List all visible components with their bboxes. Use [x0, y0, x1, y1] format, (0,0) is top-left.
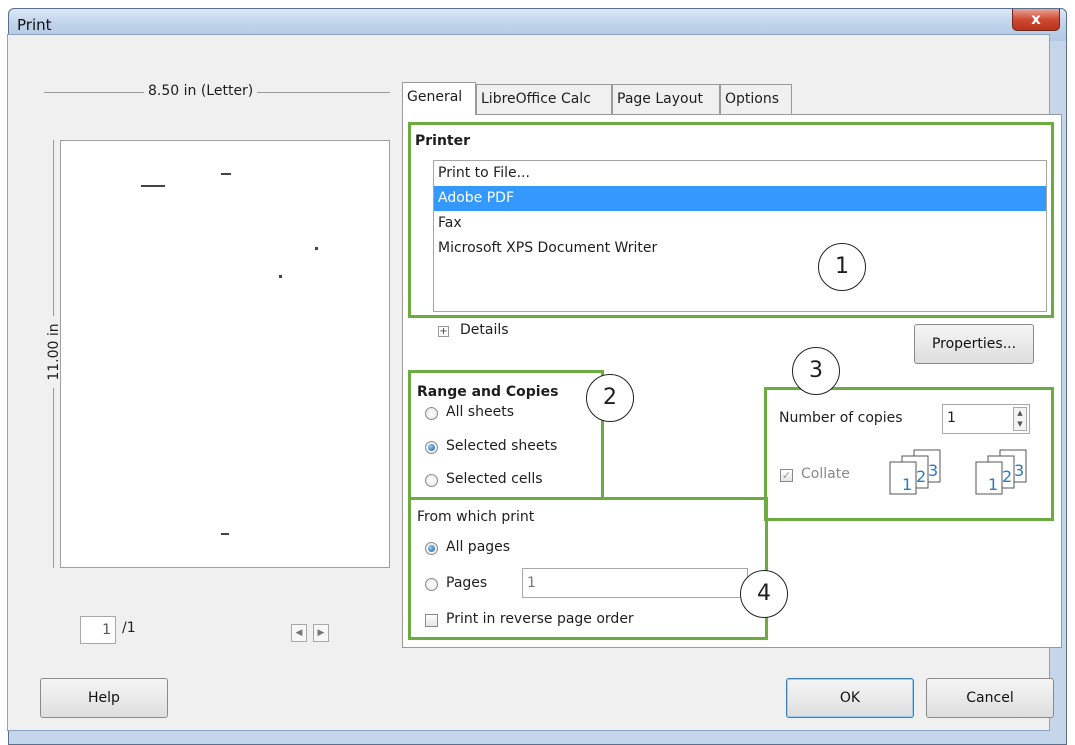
radio-label: All sheets — [446, 404, 514, 420]
svg-text:3: 3 — [1014, 461, 1024, 480]
current-page-input[interactable]: 1 — [80, 616, 116, 644]
radio-button[interactable] — [425, 578, 438, 591]
preview-text-mark — [279, 275, 282, 278]
preview-width-ruler: 8.50 in (Letter) — [44, 82, 390, 102]
page-preview — [60, 140, 390, 568]
printer-item[interactable]: Print to File... — [434, 161, 1046, 186]
collate-pages-icon: 3 2 1 — [889, 449, 941, 495]
close-button[interactable]: x — [1012, 9, 1060, 31]
printer-group-title: Printer — [415, 133, 471, 149]
range-group-title: Range and Copies — [417, 384, 559, 400]
total-pages-label: /1 — [122, 620, 136, 636]
window-title: Print — [17, 16, 52, 34]
details-label[interactable]: Details — [460, 322, 509, 338]
help-button[interactable]: Help — [40, 678, 168, 718]
tab-options[interactable]: Options — [720, 84, 792, 114]
callout-marker: 4 — [740, 570, 788, 618]
ok-button[interactable]: OK — [786, 678, 914, 718]
chevron-left-icon: ◀ — [295, 628, 303, 638]
callout-marker: 3 — [792, 347, 840, 395]
svg-text:2: 2 — [916, 467, 926, 486]
pages-input[interactable]: 1 — [522, 568, 748, 598]
chevron-right-icon: ▶ — [317, 628, 325, 638]
svg-text:1: 1 — [902, 475, 912, 494]
radio-button[interactable] — [425, 542, 438, 555]
callout-marker: 1 — [818, 243, 866, 291]
copies-spinner[interactable]: 1 ▲ ▼ — [942, 404, 1030, 434]
reverse-order-checkbox[interactable] — [425, 614, 438, 627]
printer-item[interactable]: Microsoft XPS Document Writer — [434, 236, 1046, 261]
preview-text-mark — [221, 173, 231, 175]
preview-text-mark — [315, 247, 318, 250]
radio-button[interactable] — [425, 407, 438, 420]
printer-item-selected[interactable]: Adobe PDF — [434, 186, 1046, 211]
next-page-button[interactable]: ▶ — [313, 624, 329, 642]
printer-item[interactable]: Fax — [434, 211, 1046, 236]
svg-text:2: 2 — [1002, 467, 1012, 486]
radio-label: Selected sheets — [446, 438, 558, 454]
radio-label: Selected cells — [446, 471, 543, 487]
collate-label: Collate — [801, 466, 850, 482]
cancel-button[interactable]: Cancel — [926, 678, 1054, 718]
tab-page-layout[interactable]: Page Layout — [612, 84, 720, 114]
prev-page-button[interactable]: ◀ — [291, 624, 307, 642]
copies-value[interactable]: 1 — [947, 410, 956, 426]
printer-list[interactable]: Print to File... Adobe PDF Fax Microsoft… — [433, 160, 1047, 312]
callout-marker: 2 — [586, 374, 634, 422]
spin-arrows-icon[interactable]: ▲ ▼ — [1013, 407, 1027, 431]
radio-button[interactable] — [425, 441, 438, 454]
properties-button[interactable]: Properties... — [914, 324, 1034, 364]
radio-button[interactable] — [425, 474, 438, 487]
preview-width-label: 8.50 in (Letter) — [144, 83, 258, 99]
svg-text:1: 1 — [988, 475, 998, 494]
tab-general[interactable]: General — [402, 82, 476, 115]
plus-expand-icon[interactable]: + — [438, 326, 449, 337]
radio-label: All pages — [446, 539, 511, 555]
preview-text-mark — [221, 533, 229, 535]
svg-text:3: 3 — [928, 461, 938, 480]
copies-label: Number of copies — [779, 410, 903, 426]
tab-libreoffice-calc[interactable]: LibreOffice Calc — [476, 84, 612, 114]
from-which-print-title: From which print — [417, 509, 535, 525]
reverse-order-label: Print in reverse page order — [446, 611, 634, 627]
collate-pages-icon: 3 2 1 — [975, 449, 1027, 495]
collate-checkbox[interactable]: ✓ — [780, 469, 793, 482]
radio-label: Pages — [446, 575, 488, 591]
preview-text-mark — [141, 185, 165, 187]
